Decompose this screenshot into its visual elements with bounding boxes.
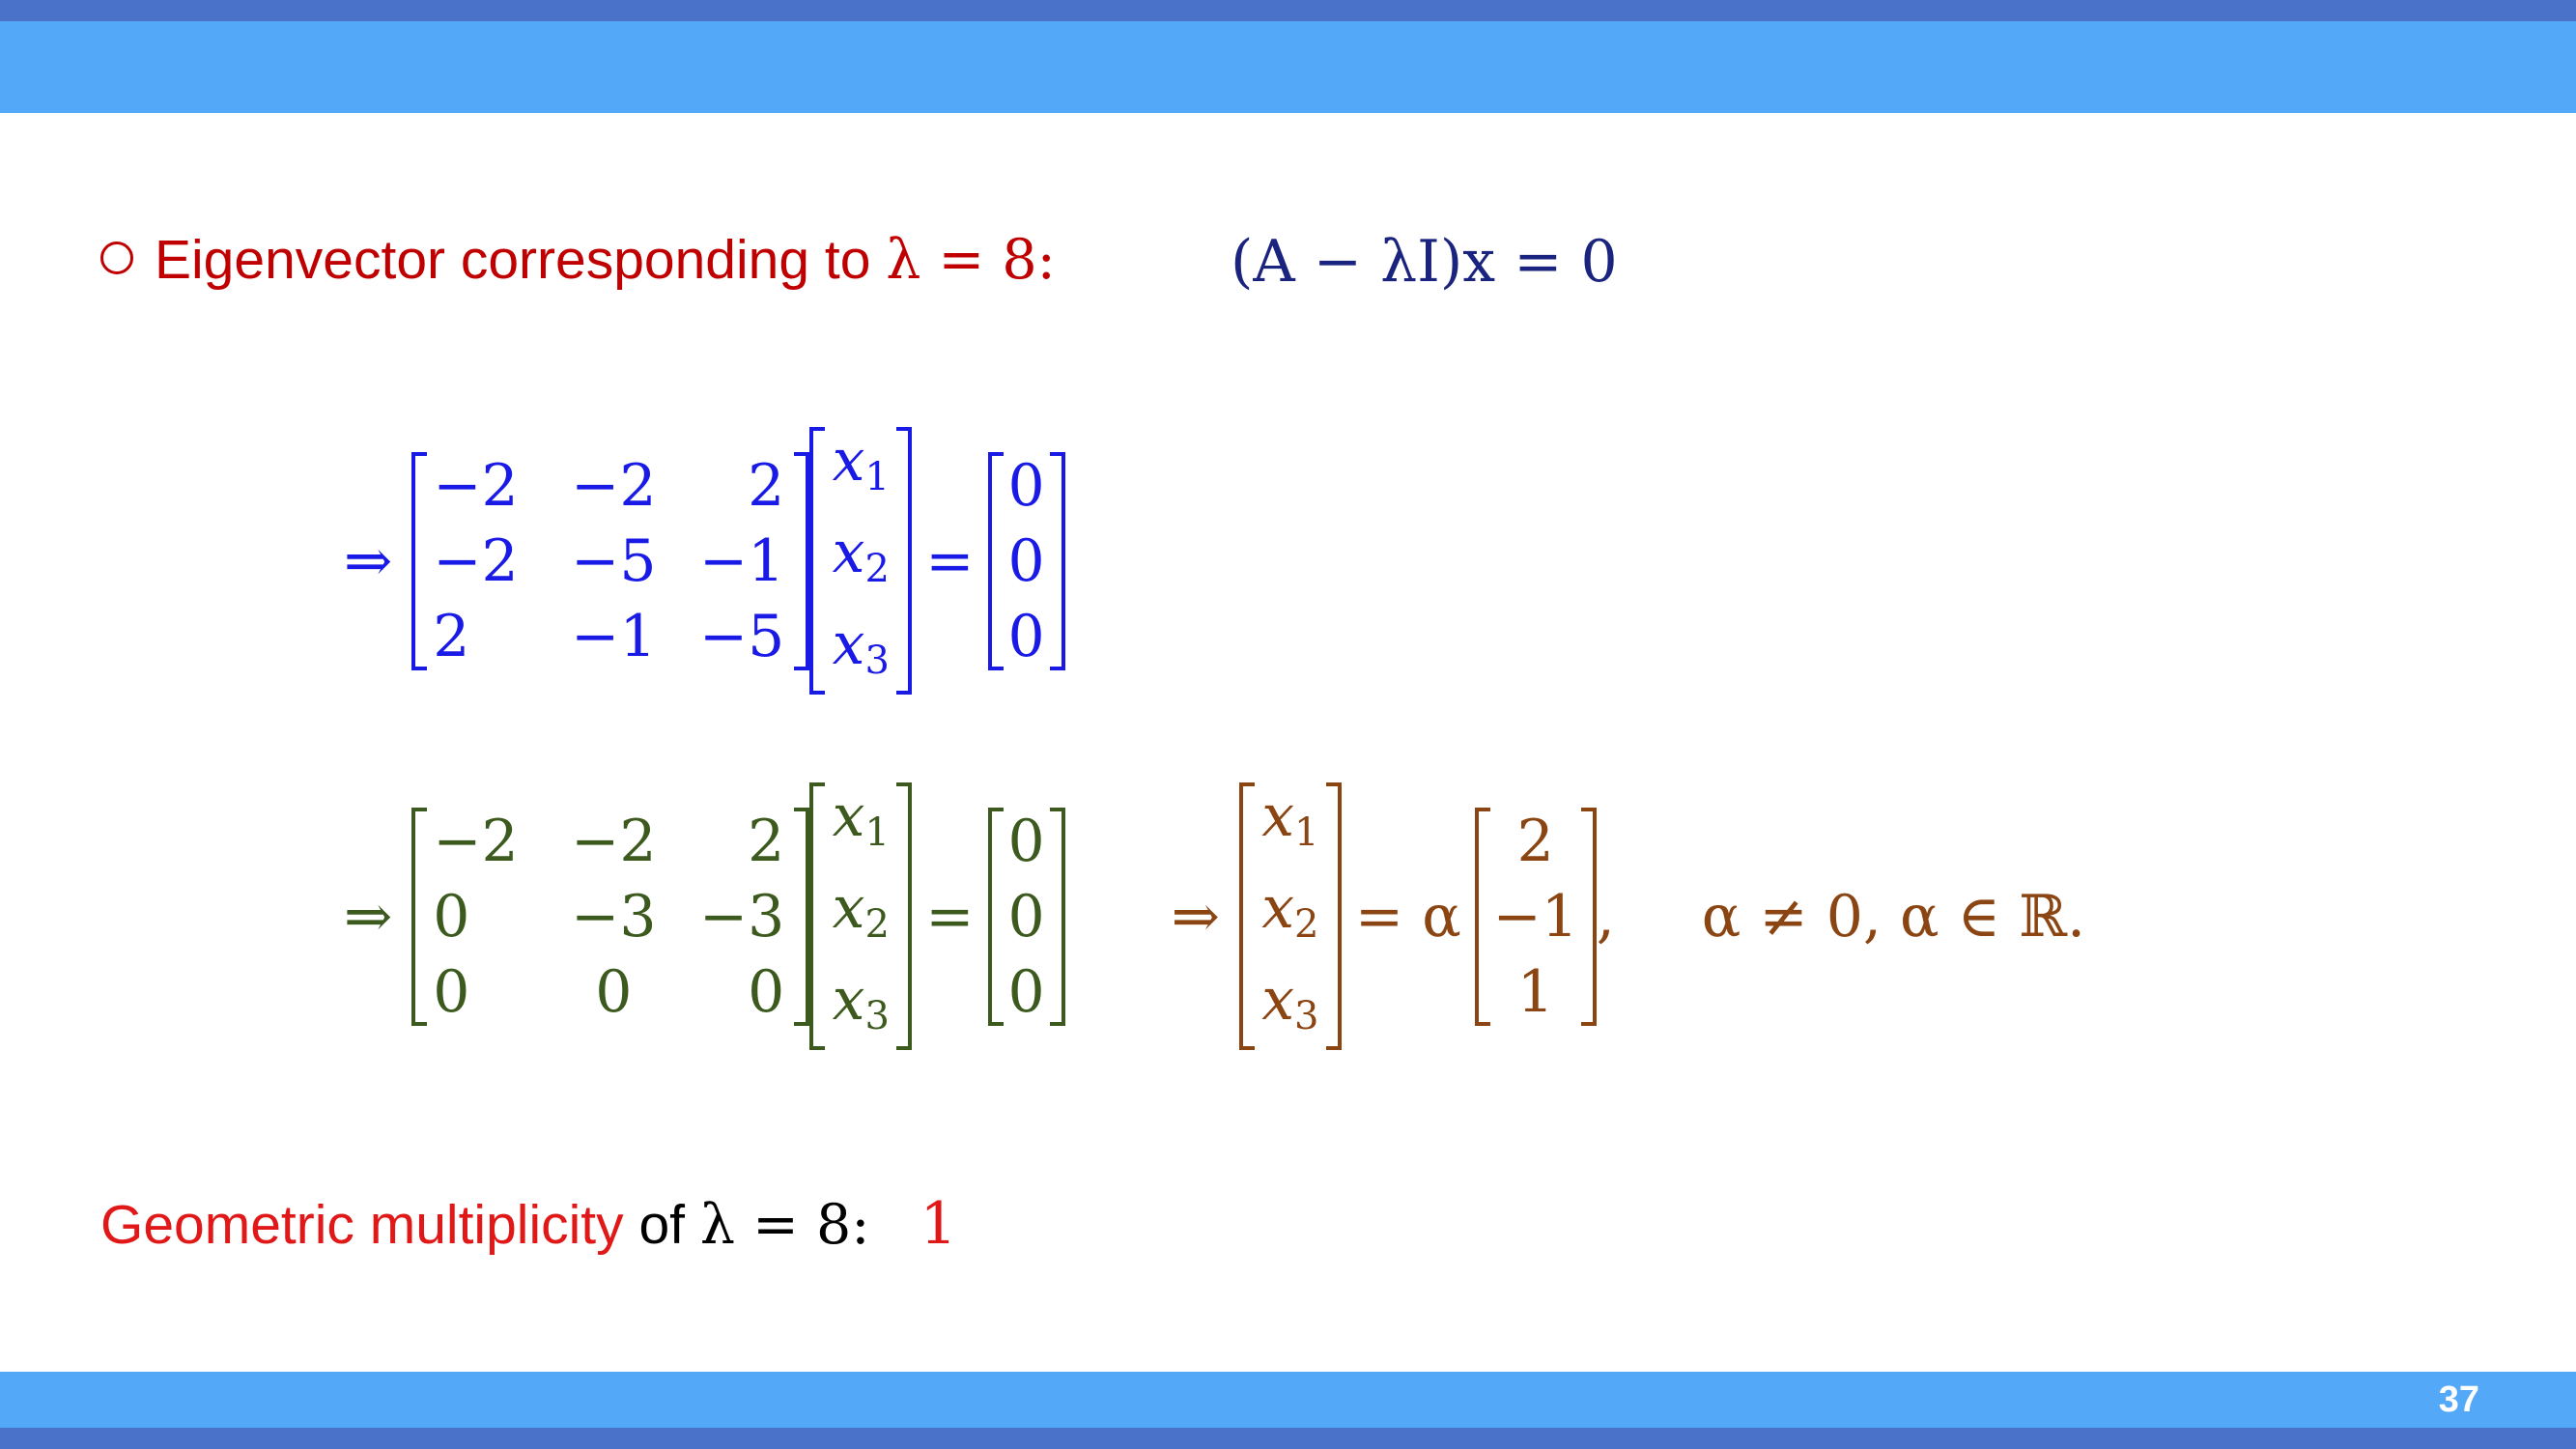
geometric-lambda: λ = 8: — [699, 1193, 870, 1257]
matrix-cell: −2 — [571, 807, 657, 875]
matrix-cell: −5 — [571, 526, 657, 595]
footer-bar-edge — [0, 1428, 2576, 1449]
vector-cell: x1 — [832, 782, 890, 855]
zero-vector: 0 0 0 — [987, 804, 1065, 1030]
vector-cell: 0 — [1007, 526, 1045, 595]
geometric-multiplicity-value: 1 — [920, 1190, 957, 1258]
matrix-cell: −2 — [571, 451, 657, 520]
matrix-cell: −5 — [698, 602, 785, 670]
matrix-cell: 2 — [748, 807, 785, 875]
step2-row: ⇒ −2 −2 2 0 −3 −3 0 0 0 x1 x2 x3 = 0 0 0… — [344, 779, 2085, 1054]
vector-cell: −1 — [1492, 882, 1578, 951]
vector-cell: x3 — [1261, 966, 1319, 1038]
eigenvector-basis: 2 −1 1 — [1474, 804, 1597, 1030]
zero-vector: 0 0 0 — [987, 448, 1065, 674]
implies-arrow: ⇒ — [344, 882, 393, 951]
geometric-of: of — [623, 1194, 700, 1256]
reduced-matrix: −2 −2 2 0 −3 −3 0 0 0 — [411, 804, 810, 1030]
bullet-eigenvector-heading: Eigenvector corresponding to λ = 8: — [100, 228, 1056, 292]
geometric-multiplicity-label: Geometric multiplicity — [100, 1194, 624, 1256]
alpha-condition: α ≠ 0, α ∈ ℝ. — [1701, 882, 2086, 951]
bullet-circle-icon — [100, 242, 133, 274]
vector-cell: 0 — [1007, 807, 1045, 875]
vector-cell: 2 — [1516, 807, 1554, 875]
result-unknown-vector: x1 x2 x3 — [1238, 779, 1342, 1054]
equals-sign: = — [925, 526, 975, 595]
matrix-cell: −2 — [433, 807, 519, 875]
vector-cell: 0 — [1007, 451, 1045, 520]
vector-cell: 0 — [1007, 602, 1045, 670]
implies-arrow: ⇒ — [344, 526, 393, 595]
matrix-cell: 0 — [595, 957, 633, 1026]
result-equals-alpha: = α — [1354, 882, 1461, 951]
matrix-cell: −3 — [571, 882, 657, 951]
vector-cell: x1 — [1261, 782, 1319, 855]
vector-cell: x3 — [832, 611, 890, 683]
result-comma: , — [1596, 882, 1615, 951]
vector-cell: 0 — [1007, 957, 1045, 1026]
vector-cell: x3 — [832, 966, 890, 1038]
geometric-multiplicity-line: Geometric multiplicity of λ = 8: 1 — [100, 1190, 957, 1258]
bullet-lambda: λ = 8: — [886, 228, 1056, 292]
result-implies-arrow: ⇒ — [1171, 882, 1220, 951]
bullet-text: Eigenvector corresponding to — [155, 229, 887, 291]
header-bar-edge — [0, 0, 2576, 21]
vector-cell: 1 — [1516, 957, 1554, 1026]
equals-sign: = — [925, 882, 975, 951]
vector-cell: x2 — [1261, 874, 1319, 947]
header-bar — [0, 0, 2576, 113]
unknown-vector: x1 x2 x3 — [809, 779, 913, 1054]
vector-cell: 0 — [1007, 882, 1045, 951]
matrix-cell: 2 — [433, 602, 470, 670]
matrix-cell: 0 — [433, 957, 470, 1026]
matrix-cell: 0 — [748, 957, 785, 1026]
eigen-equation: (A − λI)x = 0 — [1231, 228, 1618, 296]
vector-cell: x2 — [832, 519, 890, 591]
matrix-cell: −1 — [571, 602, 657, 670]
matrix-cell: 0 — [433, 882, 470, 951]
matrix-cell: −2 — [433, 526, 519, 595]
page-number: 37 — [2438, 1379, 2479, 1420]
unknown-vector: x1 x2 x3 — [809, 423, 913, 698]
matrix-cell: −1 — [698, 526, 785, 595]
matrix-cell: −2 — [433, 451, 519, 520]
footer-bar — [0, 1372, 2576, 1449]
matrix-cell: 2 — [748, 451, 785, 520]
vector-cell: x1 — [832, 427, 890, 499]
step1-row: ⇒ −2 −2 2 −2 −5 −1 2 −1 −5 x1 x2 x3 = 0 … — [344, 423, 1065, 698]
matrix-cell: −3 — [698, 882, 785, 951]
coefficient-matrix: −2 −2 2 −2 −5 −1 2 −1 −5 — [411, 448, 810, 674]
vector-cell: x2 — [832, 874, 890, 947]
